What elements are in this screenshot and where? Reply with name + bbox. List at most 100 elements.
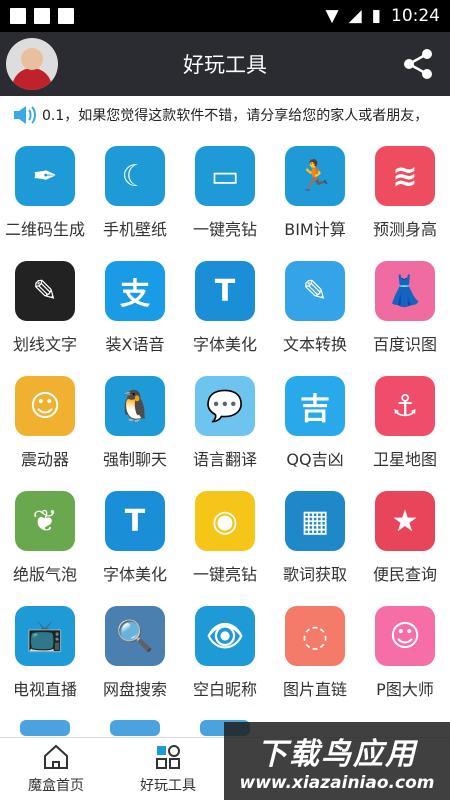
- alipay-icon: 支: [105, 261, 165, 321]
- feather-pen-icon: ✒: [15, 146, 75, 206]
- tool-item[interactable]: 👁 空白昵称: [180, 598, 270, 713]
- signal-icon: ◢: [348, 6, 362, 26]
- watermark-title: 下载鸟应用: [257, 737, 417, 772]
- smile-bubble-icon: ☺: [375, 606, 435, 666]
- tool-label: QQ吉凶: [286, 450, 344, 469]
- tool-label: 电视直播: [12, 680, 77, 699]
- tool-item[interactable]: ≋ 预测身高: [360, 138, 450, 253]
- image-notification-icon: [34, 8, 50, 24]
- watermark-url: www.xiazainiao.com: [239, 773, 435, 793]
- qq-luck-icon: 吉: [285, 376, 345, 436]
- tool-item[interactable]: 👗 百度识图: [360, 253, 450, 368]
- notepad-pen-icon: ✎: [15, 261, 75, 321]
- tool-label: 手机壁纸: [102, 220, 167, 239]
- tool-item[interactable]: ✒ 二维码生成: [0, 138, 90, 253]
- tool-label: 网盘搜索: [102, 680, 167, 699]
- apps-grid-icon: [156, 745, 180, 769]
- tool-label: 空白昵称: [192, 680, 257, 699]
- tool-item[interactable]: ☾ 手机壁纸: [90, 138, 180, 253]
- tool-item[interactable]: T 字体美化: [180, 253, 270, 368]
- status-bar: ▼ ◢ ▮ 10:24: [0, 0, 450, 32]
- tool-item[interactable]: ☺ P图大师: [360, 598, 450, 713]
- font-T-icon: T: [105, 491, 165, 551]
- tool-label: 装X语音: [105, 335, 165, 354]
- dress-icon: 👗: [375, 261, 435, 321]
- tool-label: 语言翻译: [192, 450, 257, 469]
- tool-item[interactable]: 📺 电视直播: [0, 598, 90, 713]
- tool-label: P图大师: [376, 680, 434, 699]
- tab-label: 好玩工具: [140, 778, 196, 794]
- tool-item[interactable]: ◉ 一键亮钻: [180, 483, 270, 598]
- notice-marquee: 0.1，如果您觉得这款软件不错，请分享给您的家人或者朋友，: [0, 96, 450, 134]
- tool-item[interactable]: 🐧 强制聊天: [90, 368, 180, 483]
- tool-grid: ✒ 二维码生成 ☾ 手机壁纸 ▭ 一键亮钻 🏃 BIM计算 ≋ 预测身高 ✎ 划线文字支装X语音 T 字体…: [0, 138, 450, 713]
- tool-label: 震动器: [20, 450, 69, 469]
- id-card-icon: ▭: [195, 146, 255, 206]
- tool-label: 绝版气泡: [12, 565, 77, 584]
- tool-item[interactable]: 吉 QQ吉凶: [270, 368, 360, 483]
- watermark: 下载鸟应用 www.xiazainiao.com: [224, 722, 450, 800]
- wifi-icon: ▼: [325, 6, 339, 26]
- font-T-icon: T: [195, 261, 255, 321]
- tool-item[interactable]: 支装X语音: [90, 253, 180, 368]
- tool-label: 二维码生成: [4, 220, 85, 239]
- tool-label: 卫星地图: [372, 450, 437, 469]
- home-icon: [44, 744, 68, 769]
- notification-icon: [58, 8, 74, 24]
- bubble-machine-icon: ❦: [15, 491, 75, 551]
- tool-label: 歌词获取: [282, 565, 347, 584]
- tv-icon: 📺: [15, 606, 75, 666]
- layers-icon: ≋: [375, 146, 435, 206]
- tool-label: 图片直链: [282, 680, 347, 699]
- tool-item[interactable]: ✎ 划线文字: [0, 253, 90, 368]
- tool-label: 强制聊天: [102, 450, 167, 469]
- tool-item[interactable]: ▭ 一键亮钻: [180, 138, 270, 253]
- tool-label: 字体美化: [102, 565, 167, 584]
- tool-label: 一键亮钻: [192, 220, 257, 239]
- tool-label: 便民查询: [372, 565, 437, 584]
- magnifier-icon: 🔍: [105, 606, 165, 666]
- notice-text: 0.1，如果您觉得这款软件不错，请分享给您的家人或者朋友，: [42, 108, 429, 124]
- tab-home[interactable]: 魔盒首页: [0, 738, 112, 800]
- qq-penguin-icon: 🐧: [105, 376, 165, 436]
- glasses-face-icon: ☺: [15, 376, 75, 436]
- tool-label: 划线文字: [12, 335, 77, 354]
- clock: 10:24: [391, 6, 440, 26]
- notification-icon: [10, 8, 26, 24]
- tool-label: 百度识图: [372, 335, 437, 354]
- tool-label: 一键亮钻: [192, 565, 257, 584]
- moon-star-icon: ☾: [105, 146, 165, 206]
- tab-tools[interactable]: 好玩工具: [112, 738, 224, 800]
- gold-coin-icon: ◉: [195, 491, 255, 551]
- grid-blocks-icon: ▦: [285, 491, 345, 551]
- chat-bubble-icon: 💬: [195, 376, 255, 436]
- tool-item[interactable]: ▦ 歌词获取: [270, 483, 360, 598]
- tool-item[interactable]: 💬 语言翻译: [180, 368, 270, 483]
- tool-label: 文本转换: [282, 335, 347, 354]
- speaker-icon: [14, 106, 36, 124]
- tool-label: 预测身高: [372, 220, 437, 239]
- tool-item[interactable]: ☺ 震动器: [0, 368, 90, 483]
- edit-pen-icon: ✎: [285, 261, 345, 321]
- tool-item[interactable]: ★ 便民查询: [360, 483, 450, 598]
- tool-item[interactable]: 🏃 BIM计算: [270, 138, 360, 253]
- tool-item[interactable]: ✎ 文本转换: [270, 253, 360, 368]
- tool-label: 字体美化: [192, 335, 257, 354]
- link-circle-icon: ◌: [285, 606, 345, 666]
- tool-item[interactable]: ◌ 图片直链: [270, 598, 360, 713]
- running-man-icon: 🏃: [285, 146, 345, 206]
- tool-item[interactable]: T 字体美化: [90, 483, 180, 598]
- tool-item[interactable]: ❦ 绝版气泡: [0, 483, 90, 598]
- tool-item[interactable]: 🔍 网盘搜索: [90, 598, 180, 713]
- tool-item[interactable]: ⚓ 卫星地图: [360, 368, 450, 483]
- tab-label: 魔盒首页: [28, 778, 84, 794]
- battery-icon: ▮: [371, 6, 381, 26]
- notification-icons: [10, 8, 74, 24]
- app-header: 好玩工具: [0, 32, 450, 96]
- page-title: 好玩工具: [183, 53, 267, 77]
- share-icon[interactable]: [402, 48, 434, 80]
- eye-icon: 👁: [195, 606, 255, 666]
- bookmark-star-icon: ★: [375, 491, 435, 551]
- tool-label: BIM计算: [284, 220, 346, 239]
- anchor-icon: ⚓: [375, 376, 435, 436]
